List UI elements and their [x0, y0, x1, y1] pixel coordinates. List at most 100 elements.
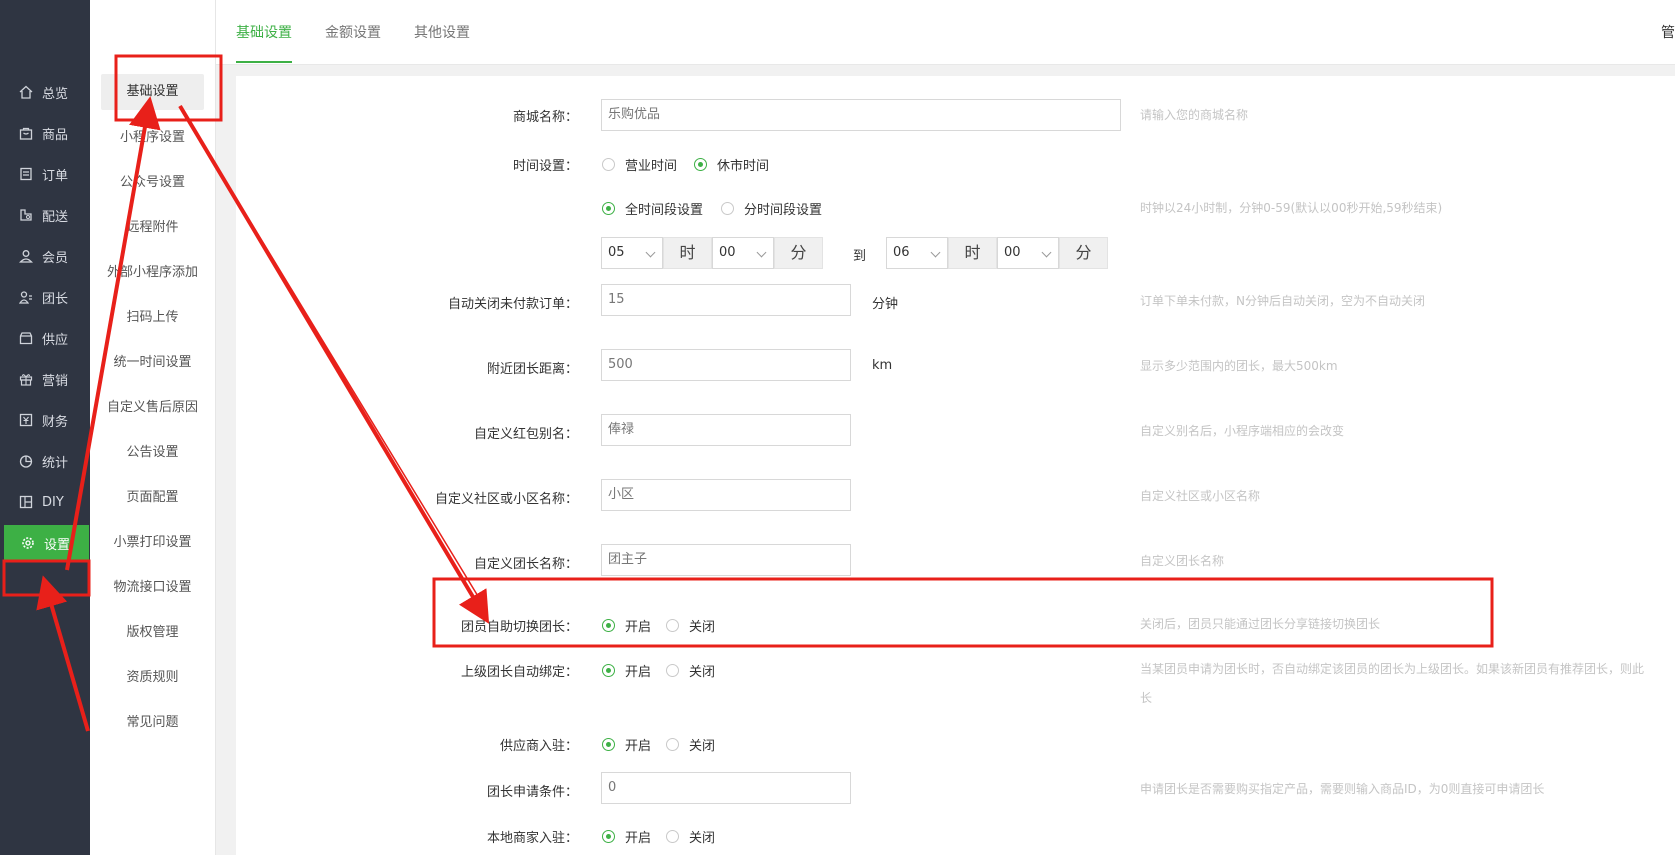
settings-submenu: 基础设置 小程序设置 公众号设置 远程附件 外部小程序添加 扫码上传 统一时间设… [90, 0, 216, 855]
submenu-item-unified-time[interactable]: 统一时间设置 [90, 353, 215, 373]
nav-item-statistics[interactable]: 统计 [0, 443, 90, 479]
nav-item-marketing[interactable]: 营销 [0, 361, 90, 397]
nav-item-supply[interactable]: 供应 [0, 320, 90, 356]
end-minute-select[interactable]: 00 [997, 237, 1059, 269]
red-packet-alias-input[interactable]: 俸禄 [601, 414, 851, 446]
radio-label: 关闭 [689, 831, 716, 846]
auto-bind-leader-label: 上级团长自动绑定： [460, 665, 578, 680]
start-minute-select[interactable]: 00 [712, 237, 774, 269]
nearby-distance-input[interactable]: 500 [601, 349, 851, 381]
radio-dot [602, 158, 615, 171]
submenu-item-faq[interactable]: 常见问题 [90, 713, 215, 733]
shopping-bag-icon [18, 125, 34, 141]
chevron-down-icon [1041, 247, 1052, 258]
range-to-label: 到 [853, 249, 867, 264]
settings-form-panel [236, 76, 1675, 855]
submenu-item-official-account[interactable]: 公众号设置 [90, 173, 215, 193]
chevron-down-icon [930, 247, 941, 258]
radio-local-merchant-off[interactable]: 关闭 [666, 827, 715, 846]
order-list-icon [18, 166, 34, 182]
local-merchant-label: 本地商家入驻： [486, 831, 578, 846]
nav-label: 总览 [42, 86, 69, 102]
submenu-item-logistics-api[interactable]: 物流接口设置 [90, 578, 215, 598]
submenu-item-page-config[interactable]: 页面配置 [90, 488, 215, 508]
radio-label: 关闭 [689, 665, 716, 680]
nearby-distance-unit: km [872, 358, 893, 373]
nav-item-orders[interactable]: 订单 [0, 156, 90, 192]
submenu-item-aftersale-reasons[interactable]: 自定义售后原因 [90, 398, 215, 418]
radio-dot [721, 202, 734, 215]
time-mode-hint: 时钟以24小时制，分钟0-59(默认以00秒开始,59秒结束) [1140, 201, 1443, 215]
user-icon [18, 248, 34, 264]
radio-auto-bind-on[interactable]: 开启 [602, 661, 651, 680]
end-hour-select[interactable]: 06 [886, 237, 948, 269]
nav-label: 供应 [42, 332, 69, 348]
radio-member-switch-off[interactable]: 关闭 [666, 616, 715, 635]
submenu-item-basic[interactable]: 基础设置 [101, 74, 204, 110]
radio-member-switch-on[interactable]: 开启 [602, 616, 651, 635]
submenu-item-external-miniprogram[interactable]: 外部小程序添加 [90, 263, 215, 283]
community-name-input[interactable]: 小区 [601, 479, 851, 511]
radio-local-merchant-on[interactable]: 开启 [602, 827, 651, 846]
radio-dot [602, 202, 615, 215]
top-right-admin-link[interactable]: 管 [1661, 22, 1675, 42]
nav-item-delivery[interactable]: 配送 [0, 197, 90, 233]
radio-label: 关闭 [689, 620, 716, 635]
radio-supplier-on[interactable]: 开启 [602, 735, 651, 754]
nav-item-members[interactable]: 会员 [0, 238, 90, 274]
auto-bind-leader-hint-cont: 长 [1140, 691, 1153, 705]
submenu-item-scan-upload[interactable]: 扫码上传 [90, 308, 215, 328]
radio-dot [694, 158, 707, 171]
auto-close-input[interactable]: 15 [601, 284, 851, 316]
shop-name-input[interactable]: 乐购优品 [601, 99, 1121, 131]
radio-auto-bind-off[interactable]: 关闭 [666, 661, 715, 680]
delivery-icon [18, 207, 34, 223]
nav-item-goods[interactable]: 商品 [0, 115, 90, 151]
supply-store-icon [18, 330, 34, 346]
tab-other-settings[interactable]: 其他设置 [414, 22, 470, 42]
member-switch-leader-hint: 关闭后，团员只能通过团长分享链接切换团长 [1140, 617, 1381, 631]
nav-item-leaders[interactable]: 团长 [0, 279, 90, 315]
tab-amount-settings[interactable]: 金额设置 [325, 22, 381, 42]
submenu-item-qualification-rules[interactable]: 资质规则 [90, 668, 215, 688]
submenu-item-miniprogram[interactable]: 小程序设置 [90, 128, 215, 148]
radio-segmented-time[interactable]: 分时间段设置 [721, 199, 822, 218]
nearby-distance-label: 附近团长距离： [486, 362, 578, 377]
community-name-label: 自定义社区或小区名称： [434, 492, 578, 507]
radio-dot [602, 619, 615, 632]
radio-label: 开启 [625, 739, 652, 754]
auto-close-unit: 分钟 [872, 297, 899, 312]
top-tab-bar: 基础设置 金额设置 其他设置 管 [216, 0, 1675, 65]
radio-supplier-off[interactable]: 关闭 [666, 735, 715, 754]
submenu-item-copyright[interactable]: 版权管理 [90, 623, 215, 643]
red-packet-alias-label: 自定义红包别名： [473, 427, 578, 442]
nearby-distance-hint: 显示多少范围内的团长，最大500km [1140, 359, 1338, 373]
leader-apply-label: 团长申请条件： [486, 785, 578, 800]
leader-icon [18, 289, 34, 305]
leader-apply-input[interactable]: 0 [601, 772, 851, 804]
active-tab-indicator [236, 61, 292, 63]
leader-name-input[interactable]: 团主子 [601, 544, 851, 576]
submenu-item-receipt-printing[interactable]: 小票打印设置 [90, 533, 215, 553]
radio-closed-hours[interactable]: 休市时间 [694, 155, 769, 174]
finance-icon [18, 412, 34, 428]
radio-label: 开启 [625, 620, 652, 635]
gift-icon [18, 371, 34, 387]
supplier-join-label: 供应商入驻： [499, 739, 578, 754]
radio-business-hours[interactable]: 营业时间 [602, 155, 677, 174]
radio-label: 全时间段设置 [625, 203, 704, 218]
nav-item-settings[interactable]: 设置 [4, 525, 89, 561]
nav-item-overview[interactable]: 总览 [0, 74, 90, 110]
nav-label: 团长 [42, 291, 69, 307]
radio-label: 营业时间 [625, 159, 678, 174]
time-setting-label: 时间设置： [512, 159, 578, 174]
submenu-item-notice[interactable]: 公告设置 [90, 443, 215, 463]
tab-basic-settings[interactable]: 基础设置 [236, 22, 292, 42]
nav-item-finance[interactable]: 财务 [0, 402, 90, 438]
nav-item-diy[interactable]: DIY [0, 484, 90, 520]
radio-full-time[interactable]: 全时间段设置 [602, 199, 703, 218]
start-hour-select[interactable]: 05 [601, 237, 663, 269]
hour-unit-label-2: 时 [948, 237, 997, 269]
submenu-item-remote-attachment[interactable]: 远程附件 [90, 218, 215, 238]
radio-label: 关闭 [689, 739, 716, 754]
